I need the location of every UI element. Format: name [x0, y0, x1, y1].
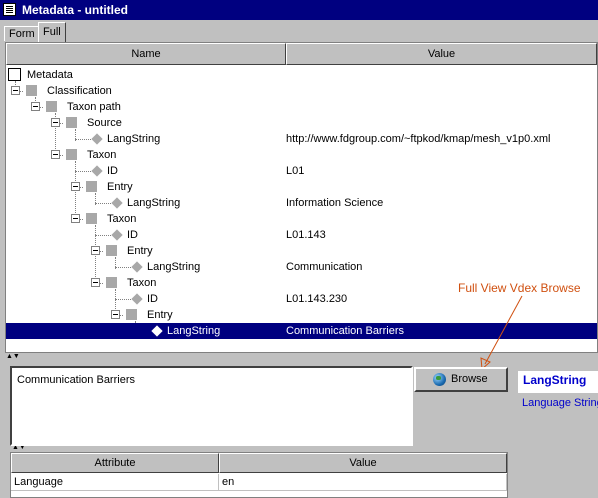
value-column-header[interactable]: Value [286, 43, 597, 65]
tree-node-value: Information Science [286, 197, 384, 209]
window-title: Metadata - untitled [22, 3, 129, 17]
attribute-column-header[interactable]: Attribute [11, 453, 219, 473]
tree-node-label: Taxon [87, 149, 117, 161]
tree-node-source[interactable]: Source [6, 115, 597, 131]
tree-node-taxon[interactable]: Taxon [6, 211, 597, 227]
splitter-arrows-icon[interactable]: ▲▼ [6, 353, 26, 360]
tree-node-value: http://www.fdgroup.com/~ftpkod/kmap/mesh… [286, 133, 551, 145]
node-folder-icon [66, 149, 77, 160]
leaf-diamond-icon [131, 293, 143, 305]
title-bar: Metadata - untitled [0, 0, 598, 20]
name-column-header[interactable]: Name [6, 43, 286, 65]
attribute-name-cell[interactable]: Language [11, 474, 219, 491]
leaf-diamond-icon [151, 325, 163, 337]
attribute-table: Attribute Value Language en [10, 452, 508, 498]
node-folder-icon [26, 85, 37, 96]
tree-node-langstring[interactable]: LangString Communication [6, 259, 597, 275]
tree-node-value: L01.143 [286, 229, 326, 241]
tree-node-label: ID [127, 229, 138, 241]
window-document-icon [3, 3, 16, 16]
tree-node-label: Entry [127, 245, 153, 257]
globe-icon [433, 373, 446, 386]
element-info-title: LangString [523, 373, 587, 387]
tab-form[interactable]: Form [4, 26, 40, 41]
collapse-toggle-icon[interactable] [51, 150, 60, 159]
collapse-toggle-icon[interactable] [31, 102, 40, 111]
tree-node-entry[interactable]: Entry [6, 243, 597, 259]
element-info-description: Language String [522, 397, 598, 409]
node-folder-icon [126, 309, 137, 320]
attribute-value-column-header[interactable]: Value [219, 453, 507, 473]
collapse-toggle-icon[interactable] [91, 278, 100, 287]
tree-node-id[interactable]: ID L01 [6, 163, 597, 179]
leaf-diamond-icon [91, 133, 103, 145]
browse-button-label: Browse [451, 373, 488, 385]
tree-node-label: LangString [167, 325, 221, 337]
tree-node-label: Source [87, 117, 122, 129]
collapse-toggle-icon[interactable] [71, 182, 80, 191]
collapse-toggle-icon[interactable] [71, 214, 80, 223]
node-folder-icon [86, 213, 97, 224]
leaf-diamond-icon [111, 229, 123, 241]
tree-node-label: LangString [127, 197, 181, 209]
tree-node-entry[interactable]: Entry [6, 179, 597, 195]
leaf-diamond-icon [111, 197, 123, 209]
tree-node-value: Communication Barriers [286, 325, 404, 337]
tree-node-label: Taxon [127, 277, 157, 289]
collapse-toggle-icon[interactable] [91, 246, 100, 255]
node-folder-icon [86, 181, 97, 192]
tree-node-value: L01.143.230 [286, 293, 348, 305]
tree-root-label: Metadata [27, 69, 73, 81]
tree-node-label: ID [107, 165, 118, 177]
browse-button[interactable]: Browse [414, 367, 508, 392]
leaf-diamond-icon [91, 165, 103, 177]
tree-node-taxon[interactable]: Taxon [6, 147, 597, 163]
collapse-toggle-icon[interactable] [51, 118, 60, 127]
tree-node-label: LangString [147, 261, 201, 273]
tree-node-taxon-path[interactable]: Taxon path [6, 99, 597, 115]
tab-full[interactable]: Full [38, 22, 66, 42]
leaf-diamond-icon [131, 261, 143, 273]
node-folder-icon [106, 277, 117, 288]
node-folder-icon [66, 117, 77, 128]
collapse-toggle-icon[interactable] [11, 86, 20, 95]
tree-node-label: Taxon [107, 213, 137, 225]
tree-node-classification[interactable]: Classification [6, 83, 597, 99]
value-text: Communication Barriers [17, 374, 135, 386]
node-folder-icon [106, 245, 117, 256]
element-info-panel: LangString [518, 371, 598, 393]
attribute-value-cell[interactable]: en [219, 474, 507, 491]
tree-node-value: L01 [286, 165, 305, 177]
metadata-document-icon [8, 68, 21, 81]
tree-node-label: Taxon path [67, 101, 121, 113]
tree-node-langstring[interactable]: LangString http://www.fdgroup.com/~ftpko… [6, 131, 597, 147]
tree-node-langstring[interactable]: LangString Information Science [6, 195, 597, 211]
tree-node-label: Entry [147, 309, 173, 321]
tree-node-label: LangString [107, 133, 161, 145]
tree-node-label: Entry [107, 181, 133, 193]
tree-node-value: Communication [286, 261, 363, 273]
tree-node-label: ID [147, 293, 158, 305]
value-text-area[interactable]: Communication Barriers [10, 366, 413, 446]
annotation-arrow [480, 295, 523, 371]
tree-root-metadata[interactable]: Metadata [6, 67, 597, 83]
tree-node-label: Classification [47, 85, 112, 97]
collapse-toggle-icon[interactable] [111, 310, 120, 319]
tree-node-id[interactable]: ID L01.143 [6, 227, 597, 243]
node-folder-icon [46, 101, 57, 112]
